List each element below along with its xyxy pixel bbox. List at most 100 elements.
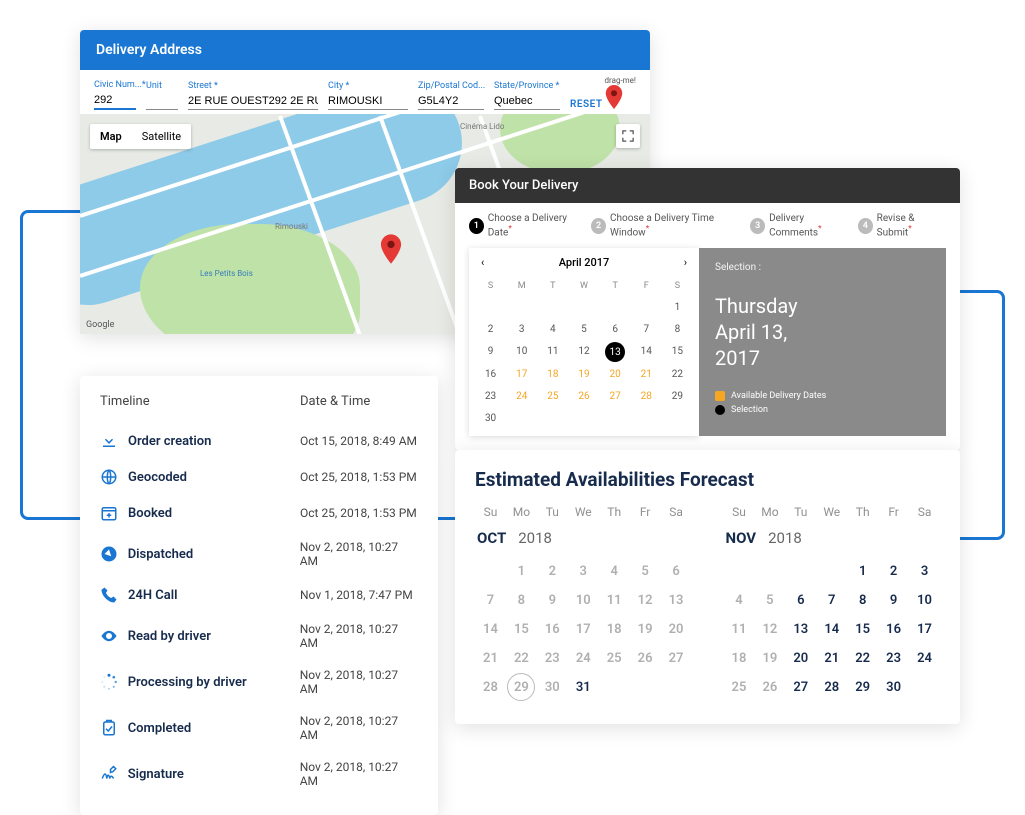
forecast-day[interactable]: 27 xyxy=(785,673,816,702)
forecast-day[interactable]: 23 xyxy=(878,644,909,673)
cal-day[interactable]: 6 xyxy=(600,320,631,339)
forecast-day[interactable]: 17 xyxy=(909,615,940,644)
cal-day[interactable]: 17 xyxy=(506,365,537,384)
forecast-day[interactable]: 30 xyxy=(878,673,909,702)
wizard-step-3[interactable]: 3Delivery Comments xyxy=(750,213,852,238)
forecast-day[interactable]: 9 xyxy=(878,586,909,615)
forecast-day[interactable]: 15 xyxy=(847,615,878,644)
cal-day[interactable]: 22 xyxy=(662,365,693,384)
forecast-day[interactable]: 25 xyxy=(724,673,755,702)
map-center-pin-icon[interactable] xyxy=(380,234,402,264)
forecast-day[interactable]: 8 xyxy=(847,586,878,615)
cal-day[interactable]: 19 xyxy=(568,365,599,384)
fullscreen-icon[interactable] xyxy=(616,124,640,148)
cal-day[interactable]: 15 xyxy=(662,342,693,362)
forecast-day[interactable]: 16 xyxy=(878,615,909,644)
forecast-day[interactable]: 28 xyxy=(816,673,847,702)
forecast-day[interactable]: 21 xyxy=(816,644,847,673)
forecast-day[interactable]: 20 xyxy=(785,644,816,673)
cal-day[interactable]: 13 xyxy=(605,342,625,362)
forecast-day[interactable]: 2 xyxy=(878,557,909,586)
forecast-day[interactable]: 24 xyxy=(568,644,599,673)
forecast-day[interactable]: 3 xyxy=(909,557,940,586)
forecast-day[interactable]: 27 xyxy=(661,644,692,673)
forecast-day[interactable]: 26 xyxy=(630,644,661,673)
cal-day[interactable]: 14 xyxy=(631,342,662,362)
cal-day[interactable]: 11 xyxy=(537,342,568,362)
forecast-day[interactable]: 12 xyxy=(754,615,785,644)
cal-day[interactable]: 7 xyxy=(631,320,662,339)
forecast-day[interactable]: 28 xyxy=(475,673,506,702)
city-input[interactable] xyxy=(328,93,408,110)
forecast-day[interactable]: 31 xyxy=(568,673,599,702)
forecast-day[interactable]: 3 xyxy=(568,557,599,586)
forecast-day[interactable]: 20 xyxy=(661,615,692,644)
forecast-day[interactable]: 29 xyxy=(847,673,878,702)
forecast-day[interactable]: 14 xyxy=(816,615,847,644)
forecast-day[interactable]: 21 xyxy=(475,644,506,673)
forecast-day[interactable]: 4 xyxy=(599,557,630,586)
cal-day[interactable]: 28 xyxy=(631,387,662,406)
cal-next-button[interactable]: › xyxy=(684,256,687,269)
cal-day[interactable]: 8 xyxy=(662,320,693,339)
wizard-step-2[interactable]: 2Choose a Delivery Time Window xyxy=(591,213,744,238)
forecast-day[interactable]: 10 xyxy=(909,586,940,615)
forecast-day[interactable]: 11 xyxy=(724,615,755,644)
cal-day[interactable]: 23 xyxy=(475,387,506,406)
forecast-day[interactable]: 13 xyxy=(661,586,692,615)
forecast-day[interactable]: 13 xyxy=(785,615,816,644)
forecast-day[interactable]: 26 xyxy=(754,673,785,702)
forecast-day[interactable]: 14 xyxy=(475,615,506,644)
forecast-day[interactable]: 29 xyxy=(507,673,535,701)
map-mode-satellite[interactable]: Satellite xyxy=(132,124,191,149)
cal-day[interactable]: 16 xyxy=(475,365,506,384)
forecast-day[interactable]: 11 xyxy=(599,586,630,615)
reset-button[interactable]: RESET xyxy=(570,99,602,110)
civic-input[interactable] xyxy=(94,92,136,110)
cal-day[interactable]: 27 xyxy=(600,387,631,406)
forecast-day[interactable]: 7 xyxy=(475,586,506,615)
cal-day[interactable]: 12 xyxy=(568,342,599,362)
street-input[interactable] xyxy=(188,93,318,110)
forecast-day[interactable]: 15 xyxy=(506,615,537,644)
cal-day[interactable]: 29 xyxy=(662,387,693,406)
cal-day[interactable]: 4 xyxy=(537,320,568,339)
map-type-switch[interactable]: Map Satellite xyxy=(90,124,191,149)
forecast-day[interactable]: 1 xyxy=(506,557,537,586)
forecast-day[interactable]: 5 xyxy=(754,586,785,615)
zip-input[interactable] xyxy=(418,93,484,110)
state-input[interactable] xyxy=(494,93,560,110)
forecast-day[interactable]: 6 xyxy=(661,557,692,586)
wizard-step-4[interactable]: 4Revise & Submit xyxy=(858,213,946,238)
cal-day[interactable]: 2 xyxy=(475,320,506,339)
forecast-day[interactable]: 18 xyxy=(724,644,755,673)
cal-day[interactable]: 20 xyxy=(600,365,631,384)
forecast-day[interactable]: 16 xyxy=(537,615,568,644)
forecast-day[interactable]: 30 xyxy=(537,673,568,702)
forecast-day[interactable]: 24 xyxy=(909,644,940,673)
forecast-day[interactable]: 22 xyxy=(847,644,878,673)
forecast-day[interactable]: 22 xyxy=(506,644,537,673)
cal-day[interactable]: 5 xyxy=(568,320,599,339)
wizard-step-1[interactable]: 1Choose a Delivery Date xyxy=(469,213,585,238)
cal-day[interactable]: 24 xyxy=(506,387,537,406)
forecast-day[interactable]: 23 xyxy=(537,644,568,673)
drag-marker[interactable]: drag-me! xyxy=(605,76,636,109)
map-mode-map[interactable]: Map xyxy=(90,124,132,149)
forecast-day[interactable]: 12 xyxy=(630,586,661,615)
forecast-day[interactable]: 9 xyxy=(537,586,568,615)
cal-day[interactable]: 10 xyxy=(506,342,537,362)
forecast-day[interactable]: 4 xyxy=(724,586,755,615)
forecast-day[interactable]: 10 xyxy=(568,586,599,615)
cal-day[interactable]: 1 xyxy=(662,298,693,317)
forecast-day[interactable]: 5 xyxy=(630,557,661,586)
unit-input[interactable] xyxy=(146,93,178,110)
forecast-day[interactable]: 7 xyxy=(816,586,847,615)
cal-day[interactable]: 21 xyxy=(631,365,662,384)
forecast-day[interactable]: 17 xyxy=(568,615,599,644)
cal-day[interactable]: 18 xyxy=(537,365,568,384)
forecast-day[interactable]: 6 xyxy=(785,586,816,615)
forecast-day[interactable]: 19 xyxy=(754,644,785,673)
cal-day[interactable]: 30 xyxy=(475,409,506,428)
forecast-day[interactable]: 18 xyxy=(599,615,630,644)
